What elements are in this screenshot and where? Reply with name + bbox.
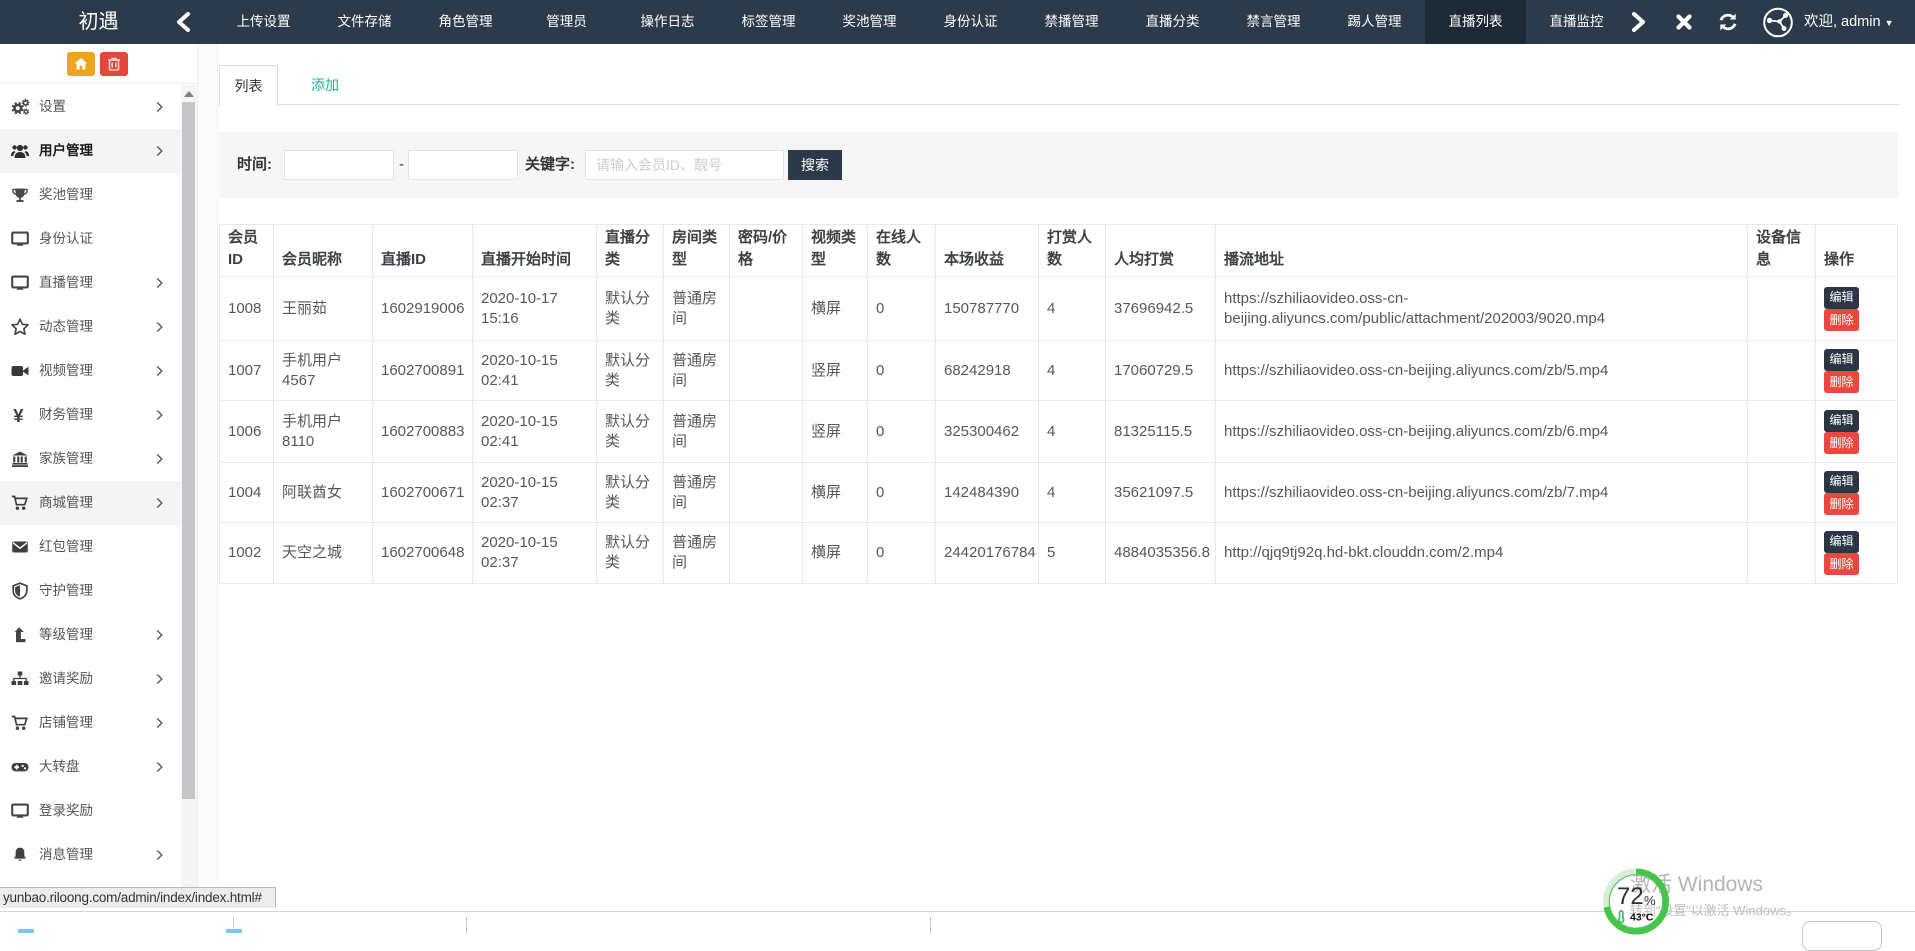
svg-text:43°C: 43°C	[1630, 912, 1654, 924]
svg-text:72: 72	[1617, 883, 1644, 910]
svg-text:¥: ¥	[13, 406, 24, 424]
svg-text:%: %	[1644, 893, 1656, 908]
